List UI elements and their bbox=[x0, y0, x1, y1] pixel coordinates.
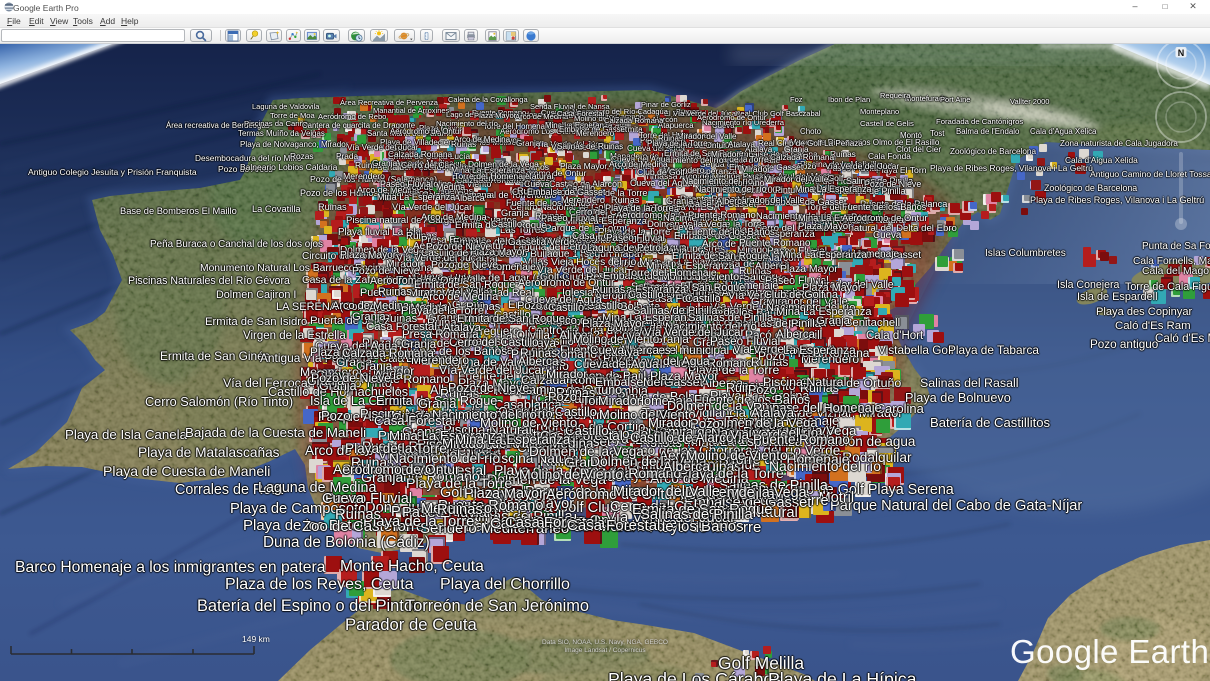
svg-text:149 km: 149 km bbox=[242, 636, 270, 644]
svg-text:N: N bbox=[1178, 48, 1185, 58]
